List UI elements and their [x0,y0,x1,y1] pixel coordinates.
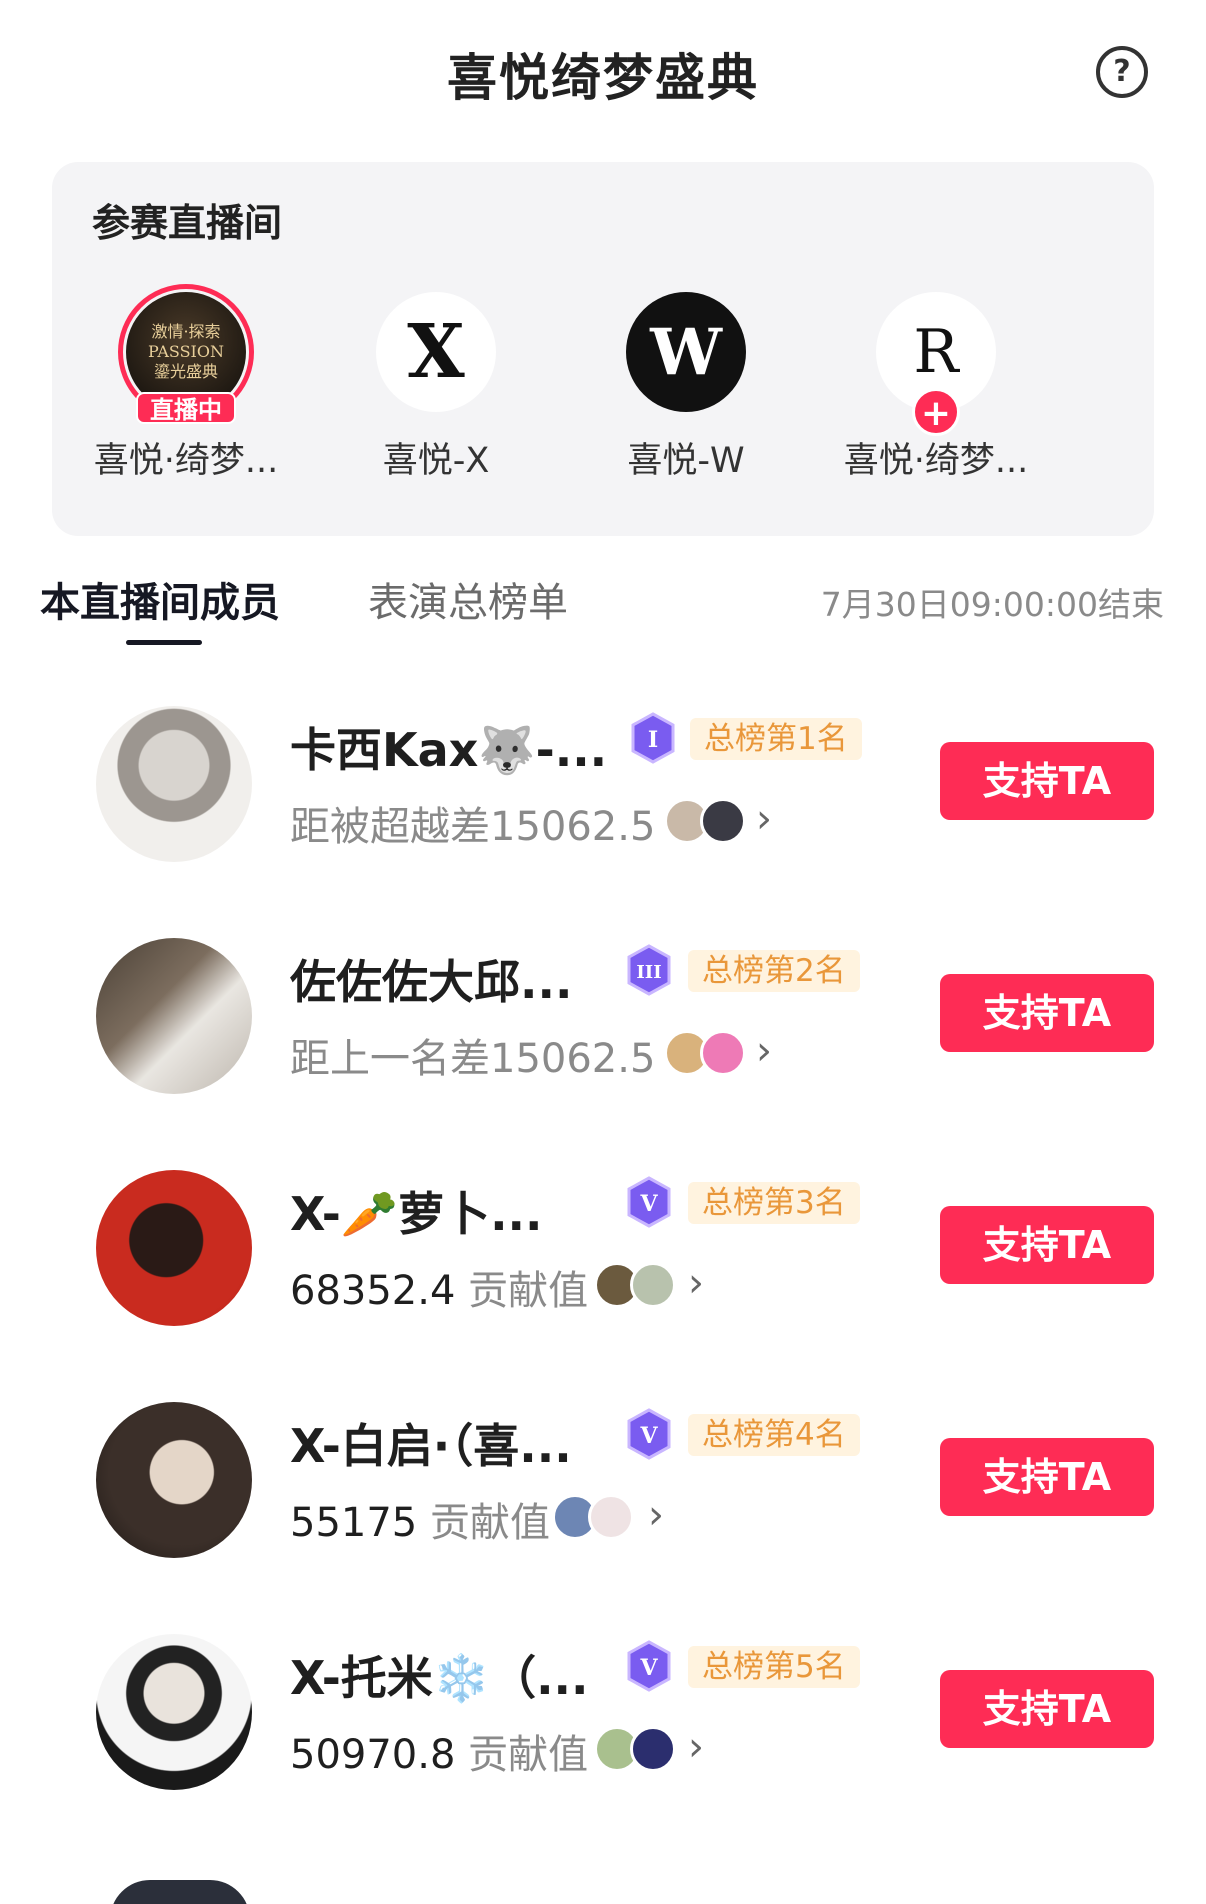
end-time: 7月30日09:00:00结束 [820,585,1164,624]
member-name: X-白启·（喜... [290,1419,572,1473]
member-name: X-托米❄️（... [290,1651,589,1705]
supporter-avatar [700,1030,746,1076]
svg-text:V: V [639,1655,658,1681]
svg-text:I: I [648,727,658,753]
supporter-avatar [588,1494,634,1540]
support-button[interactable]: 支持TA [940,974,1154,1052]
level-badge-icon: III [627,944,671,996]
top-supporters[interactable] [594,1262,684,1308]
room-item-3[interactable]: W 喜悦-W [586,292,786,492]
event-panel: 喜悦绮梦盛典 ? 参赛直播间 激情·探索 PASSION 鎏光盛典 直播中 喜悦… [0,0,1206,1904]
contribution-text: 50970.8 贡献值 [290,1732,589,1778]
next-member-avatar-peek [110,1880,250,1904]
live-badge: 直播中 [136,392,236,424]
contribution-text: 68352.4 贡献值 [290,1268,589,1314]
room-name: 喜悦·绮梦... [93,441,279,481]
svg-text:V: V [639,1423,658,1449]
chevron-right-icon[interactable]: › [648,1492,664,1538]
svg-text:V: V [639,1191,658,1217]
top-supporters[interactable] [664,798,754,844]
chevron-right-icon[interactable]: › [756,1028,772,1074]
x-logo: X [407,309,465,395]
header: 喜悦绮梦盛典 ? [0,30,1206,114]
participating-rooms-card: 参赛直播间 激情·探索 PASSION 鎏光盛典 直播中 喜悦·绮梦... X … [52,162,1154,536]
room-avatar: W [626,292,746,412]
w-logo: W [650,314,722,390]
list-item[interactable]: X-托米❄️（... V 总榜第5名 50970.8 贡献值 › 支持TA [0,1622,1206,1802]
supporter-avatar [700,798,746,844]
room-item-4[interactable]: R + 喜悦·绮梦... [836,292,1036,492]
list-item[interactable]: 卡西Kax🐺-... I 总榜第1名 距被超越差15062.5 › 支持TA [0,694,1206,874]
top-supporters[interactable] [664,1030,754,1076]
svg-text:III: III [636,962,661,983]
level-badge-icon: V [627,1176,671,1228]
follow-plus-icon[interactable]: + [912,388,960,436]
avatar[interactable] [96,938,252,1094]
list-item[interactable]: X-🥕萝卜... V 总榜第3名 68352.4 贡献值 › 支持TA [0,1158,1206,1338]
avatar[interactable] [96,1634,252,1790]
level-badge-icon: V [627,1640,671,1692]
tab-performance-leaderboard[interactable]: 表演总榜单 [368,570,568,628]
chevron-right-icon[interactable]: › [688,1260,704,1306]
supporter-avatar [630,1726,676,1772]
room-avatar: X [376,292,496,412]
member-name: 卡西Kax🐺-... [290,723,608,777]
room-name: 喜悦-X [382,441,490,481]
tab-room-members[interactable]: 本直播间成员 [40,570,280,628]
level-badge-icon: I [631,712,675,764]
chevron-right-icon[interactable]: › [688,1724,704,1770]
room-logo-text: 激情·探索 PASSION 鎏光盛典 [148,322,224,381]
rank-badge: 总榜第2名 [688,950,860,992]
support-button[interactable]: 支持TA [940,1438,1154,1516]
rank-badge: 总榜第5名 [688,1646,860,1688]
member-name: X-🥕萝卜... [290,1187,543,1241]
support-button[interactable]: 支持TA [940,742,1154,820]
member-name: 佐佐佐大邱... [290,955,573,1009]
room-name: 喜悦·绮梦... [843,441,1029,481]
rank-badge: 总榜第3名 [688,1182,860,1224]
tab-underline [126,640,202,645]
room-name: 喜悦-W [627,441,745,481]
avatar[interactable] [96,1170,252,1326]
gap-text: 距上一名差15062.5 [290,1036,656,1082]
list-item[interactable]: 佐佐佐大邱... III 总榜第2名 距上一名差15062.5 › 支持TA [0,926,1206,1106]
support-button[interactable]: 支持TA [940,1206,1154,1284]
level-badge-icon: V [627,1408,671,1460]
supporter-avatar [630,1262,676,1308]
room-item-1[interactable]: 激情·探索 PASSION 鎏光盛典 直播中 喜悦·绮梦... [86,284,286,492]
r-logo: R [913,317,959,387]
avatar[interactable] [96,706,252,862]
top-supporters[interactable] [594,1726,684,1772]
list-item[interactable]: X-白启·（喜... V 总榜第4名 55175 贡献值 › 支持TA [0,1390,1206,1570]
rank-badge: 总榜第4名 [688,1414,860,1456]
avatar[interactable] [96,1402,252,1558]
rank-badge: 总榜第1名 [690,718,862,760]
page-title: 喜悦绮梦盛典 [447,49,759,107]
chevron-right-icon[interactable]: › [756,796,772,842]
help-icon[interactable]: ? [1096,46,1148,98]
support-button[interactable]: 支持TA [940,1670,1154,1748]
top-supporters[interactable] [552,1494,642,1540]
gap-text: 距被超越差15062.5 [290,804,656,850]
tab-bar: 本直播间成员 表演总榜单 7月30日09:00:00结束 [0,570,1206,650]
rooms-title: 参赛直播间 [92,201,283,245]
room-item-2[interactable]: X 喜悦-X [336,292,536,492]
contribution-text: 55175 贡献值 [290,1500,550,1546]
